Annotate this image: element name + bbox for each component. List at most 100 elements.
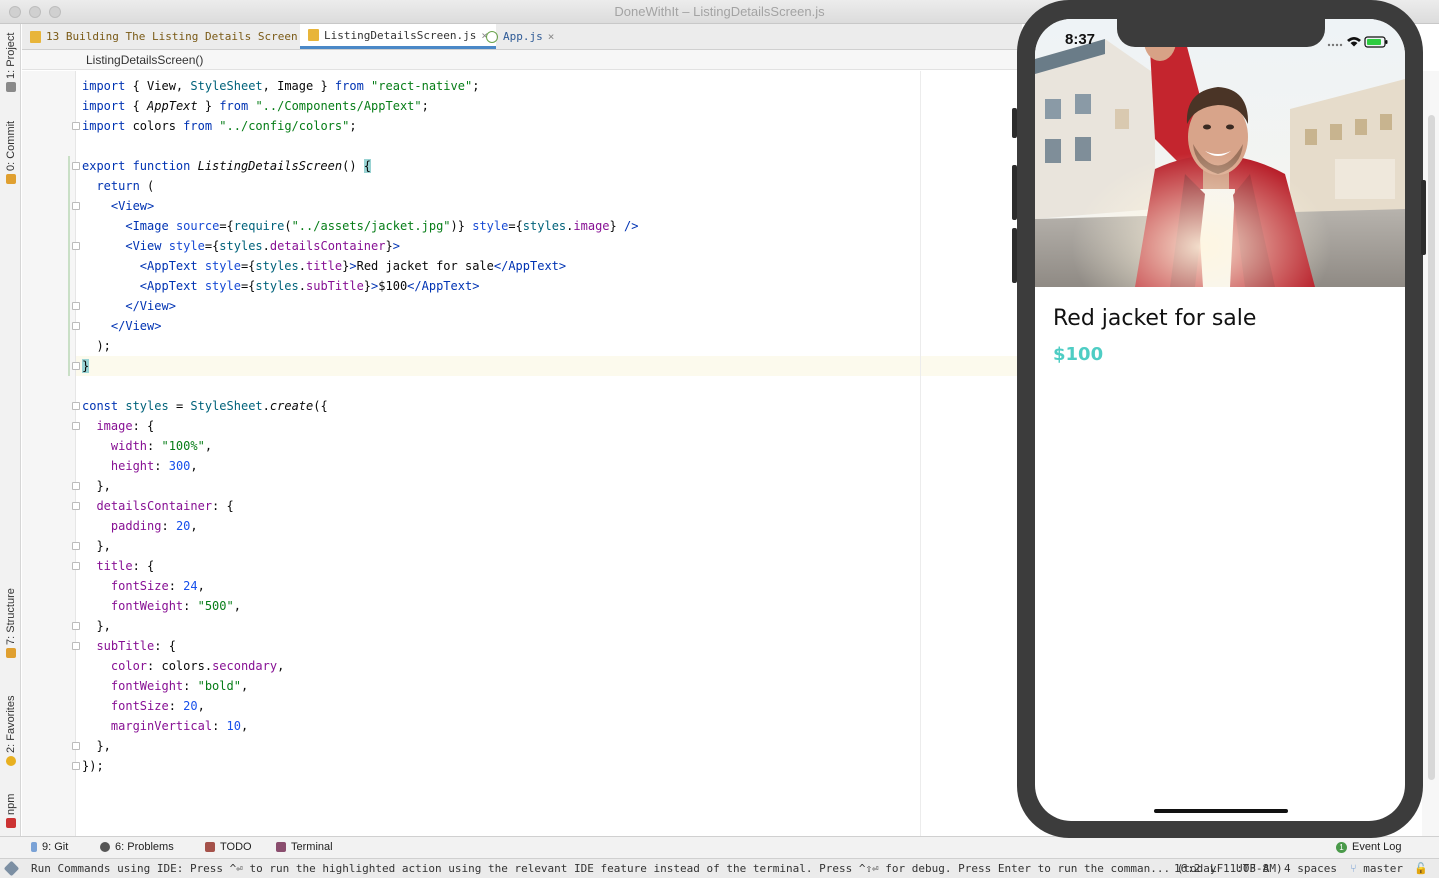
phone-power-button [1421,180,1426,255]
git-branch-icon [31,842,37,852]
code-line: <AppText style={styles.subTitle}>$100</A… [139,279,480,293]
event-count-badge: 1 [1336,841,1347,853]
fold-marker[interactable] [72,642,80,650]
fold-marker[interactable] [72,242,80,250]
code-line: </View> [110,319,162,333]
js-file-icon [30,30,41,43]
code-line: fontWeight: "bold", [110,679,249,693]
npm-icon [6,818,16,828]
status-bar: Run Commands using IDE: Press ^⏎ to run … [0,858,1439,878]
code-line: fontSize: 24, [110,579,205,593]
right-margin-guide [920,71,921,836]
code-line: import colors from "../config/colors"; [82,119,357,133]
code-line: </View> [125,299,176,313]
code-line: detailsContainer: { [96,499,234,513]
fold-marker[interactable] [72,122,80,130]
code-line: fontSize: 20, [110,699,205,713]
code-line: title: { [96,559,155,573]
structure-icon [6,648,16,658]
fold-marker[interactable] [72,402,80,410]
fold-marker[interactable] [72,422,80,430]
listing-title: Red jacket for sale [1053,306,1257,331]
structure-tool-tab[interactable]: 7: Structure [3,572,19,658]
todo-tool-button[interactable]: TODO [205,841,252,853]
code-line: }, [82,739,111,753]
nodejs-file-icon [486,30,498,43]
fold-marker[interactable] [72,302,80,310]
code-line: } [82,359,90,373]
problems-tool-button[interactable]: 6: Problems [100,841,174,853]
code-line: }); [82,759,104,773]
todo-icon [205,842,215,852]
code-line: padding: 20, [110,519,198,533]
lock-icon[interactable]: 🔓 [1414,862,1428,875]
code-line: marginVertical: 10, [110,719,249,733]
terminal-icon [276,842,286,852]
code-line: export function ListingDetailsScreen() { [82,159,372,173]
terminal-tool-button[interactable]: Terminal [276,841,333,853]
fold-marker[interactable] [72,762,80,770]
code-line: ); [82,339,111,353]
phone-status-icons [1327,36,1388,48]
code-line: import { AppText } from "../Components/A… [82,99,429,113]
tab-app-js[interactable]: App.js × [478,24,562,49]
editor-tabs-bar: 13 Building The Listing Details Screen.j… [22,24,1022,50]
fold-marker[interactable] [72,202,80,210]
code-line: height: 300, [110,459,198,473]
cursor-position[interactable]: 16:2 [1174,862,1201,875]
fold-marker[interactable] [72,322,80,330]
tab-listing-details-screen[interactable]: ListingDetailsScreen.js × [300,24,496,49]
commit-tool-tab[interactable]: 0: Commit [3,110,19,184]
code-line: color: colors.secondary, [110,659,285,673]
phone-mute-button [1012,108,1017,138]
star-icon [6,756,16,766]
code-line: <AppText style={styles.title}>Red jacket… [139,259,567,273]
tab-building-listing-details[interactable]: 13 Building The Listing Details Screen.j… [22,24,337,49]
code-line: fontWeight: "500", [110,599,241,613]
git-tool-button[interactable]: 9: Git [31,841,68,853]
code-line: return ( [96,179,155,193]
info-icon [100,842,110,852]
indent-setting[interactable]: 4 spaces [1284,862,1337,875]
line-ending[interactable]: LF [1210,862,1223,875]
code-line: const styles = StyleSheet.create({ [82,399,328,413]
fold-marker[interactable] [72,482,80,490]
close-tab-icon[interactable]: × [548,30,555,43]
fold-marker[interactable] [72,742,80,750]
git-branch-icon: ⑂ [1350,862,1357,875]
code-line: <Image source={require("../assets/jacket… [125,219,639,233]
fold-marker[interactable] [72,542,80,550]
code-line: width: "100%", [110,439,213,453]
breadcrumb: ListingDetailsScreen() [22,50,1022,70]
js-file-icon [308,29,319,41]
breadcrumb-function[interactable]: ListingDetailsScreen() [86,53,203,67]
fold-marker[interactable] [72,502,80,510]
fold-marker[interactable] [72,622,80,630]
code-line: <View style={styles.detailsContainer}> [125,239,400,253]
git-branch[interactable]: ⑂ master [1350,862,1403,875]
commit-icon [6,174,16,184]
code-line: import { View, StyleSheet, Image } from … [82,79,480,93]
fold-marker[interactable] [72,362,80,370]
status-toggle-icon[interactable] [3,860,20,877]
phone-clock: 8:37 [1065,31,1096,48]
editor-scrollbar-thumb[interactable] [1428,115,1435,780]
npm-tool-tab[interactable]: npm [3,784,19,828]
code-line: }, [82,619,111,633]
file-encoding[interactable]: UTF-8 [1236,862,1269,875]
project-icon [6,82,16,92]
listing-price: $100 [1053,344,1104,365]
phone-simulator: 8:37 Red jacket for sale $100 [1012,0,1426,838]
project-tool-tab[interactable]: 1: Project [3,30,19,92]
favorites-tool-tab[interactable]: 2: Favorites [3,680,19,766]
event-log-button[interactable]: 1 Event Log [1336,841,1402,853]
left-tool-strip: 1: Project 0: Commit 7: Structure 2: Fav… [0,24,21,836]
fold-marker[interactable] [72,562,80,570]
phone-volume-up-button [1012,165,1017,220]
bottom-tool-bar: 9: Git 6: Problems TODO Terminal 1 Event… [0,836,1439,858]
fold-marker[interactable] [72,162,80,170]
vcs-change-marker [68,156,70,376]
home-indicator[interactable] [1154,809,1288,813]
phone-notch [1117,19,1325,47]
code-line: subTitle: { [96,639,176,653]
